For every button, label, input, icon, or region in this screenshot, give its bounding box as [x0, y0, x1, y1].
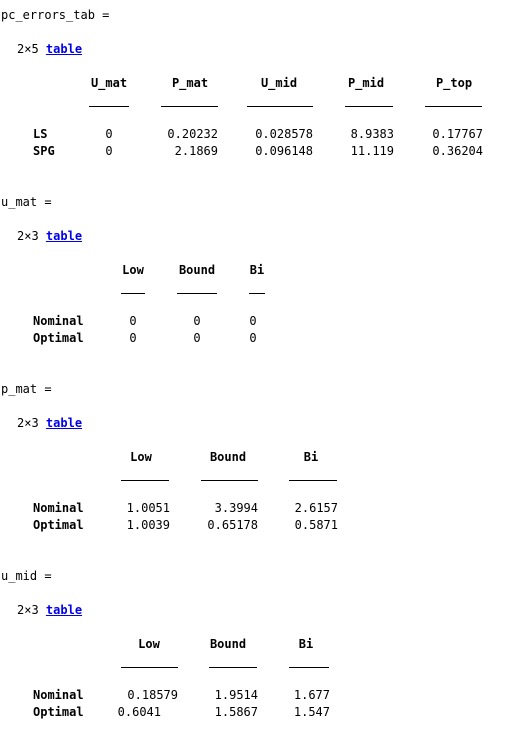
table-cell: 0 — [129, 314, 137, 328]
dims-text: 2×3 — [17, 416, 39, 430]
header-underline — [121, 293, 145, 294]
table-dimensions: 2×5 table — [17, 42, 82, 57]
column-header: Bi — [303, 450, 319, 464]
table-cell: 8.9383 — [350, 127, 394, 141]
column-header: P_top — [435, 76, 473, 90]
column-header: Low — [130, 450, 152, 464]
table-cell: 0.36204 — [432, 144, 483, 158]
column-header: Low — [138, 637, 160, 651]
table-link[interactable]: table — [46, 42, 82, 56]
table-cell: 0.65178 — [207, 518, 258, 532]
table-cell: 0.17767 — [432, 127, 483, 141]
table-cell: 0.5871 — [294, 518, 338, 532]
table-cell: 3.3994 — [214, 501, 258, 515]
header-underline — [425, 106, 482, 107]
table-link[interactable]: table — [46, 229, 82, 243]
table-cell: 0 — [129, 331, 137, 345]
column-header: Bound — [209, 450, 247, 464]
table-cell: 11.119 — [350, 144, 394, 158]
header-underline — [345, 106, 393, 107]
header-underline — [289, 480, 337, 481]
table-cell: 1.547 — [293, 705, 330, 719]
row-name: Nominal — [33, 501, 84, 515]
variable-assignment: pc_errors_tab = — [1, 8, 110, 22]
table-cell: 0.028578 — [255, 127, 313, 141]
header-underline — [121, 667, 178, 668]
header-underline — [247, 106, 313, 107]
table-cell: 0 — [193, 314, 201, 328]
dims-text: 2×3 — [17, 229, 39, 243]
table-cell: 1.5867 — [214, 705, 258, 719]
column-header: P_mid — [347, 76, 385, 90]
header-underline — [177, 293, 217, 294]
table-cell: 2.6157 — [294, 501, 338, 515]
table-cell: 0.20232 — [167, 127, 218, 141]
header-underline — [121, 480, 169, 481]
row-name: LS — [33, 127, 48, 141]
table-cell: 0 — [193, 331, 201, 345]
table-cell: 0.18579 — [127, 688, 178, 702]
table-cell: 0 — [249, 331, 257, 345]
row-name: Optimal — [33, 518, 84, 532]
dims-text: 2×5 — [17, 42, 39, 56]
row-name: Nominal — [33, 314, 84, 328]
table-dimensions: 2×3 table — [17, 229, 82, 244]
column-header: Low — [122, 263, 144, 277]
row-name: Optimal — [33, 331, 84, 345]
column-header: Bound — [178, 263, 216, 277]
row-name: Nominal — [33, 688, 84, 702]
table-dimensions: 2×3 table — [17, 603, 82, 618]
table-dimensions: 2×3 table — [17, 416, 82, 431]
header-underline — [249, 293, 265, 294]
table-cell: 1.0051 — [126, 501, 170, 515]
table-cell: 0.6041 — [117, 705, 161, 719]
table-link[interactable]: table — [46, 603, 82, 617]
variable-assignment: u_mid = — [1, 569, 52, 583]
table-cell: 2.1869 — [174, 144, 218, 158]
header-underline — [161, 106, 218, 107]
table-cell: 1.677 — [293, 688, 330, 702]
table-cell: 0 — [105, 127, 113, 141]
table-cell: 0.096148 — [255, 144, 313, 158]
table-cell: 1.0039 — [126, 518, 170, 532]
table-cell: 0 — [105, 144, 113, 158]
header-underline — [201, 480, 258, 481]
column-header: Bound — [209, 637, 247, 651]
table-link[interactable]: table — [46, 416, 82, 430]
column-header: U_mid — [260, 76, 298, 90]
header-underline — [289, 667, 329, 668]
dims-text: 2×3 — [17, 603, 39, 617]
table-cell: 1.9514 — [214, 688, 258, 702]
column-header: Bi — [298, 637, 314, 651]
header-underline — [209, 667, 257, 668]
column-header: U_mat — [90, 76, 128, 90]
column-header: P_mat — [171, 76, 209, 90]
column-header: Bi — [249, 263, 265, 277]
variable-assignment: u_mat = — [1, 195, 52, 209]
header-underline — [89, 106, 129, 107]
table-cell: 0 — [249, 314, 257, 328]
variable-assignment: p_mat = — [1, 382, 52, 396]
row-name: SPG — [33, 144, 55, 158]
row-name: Optimal — [33, 705, 84, 719]
